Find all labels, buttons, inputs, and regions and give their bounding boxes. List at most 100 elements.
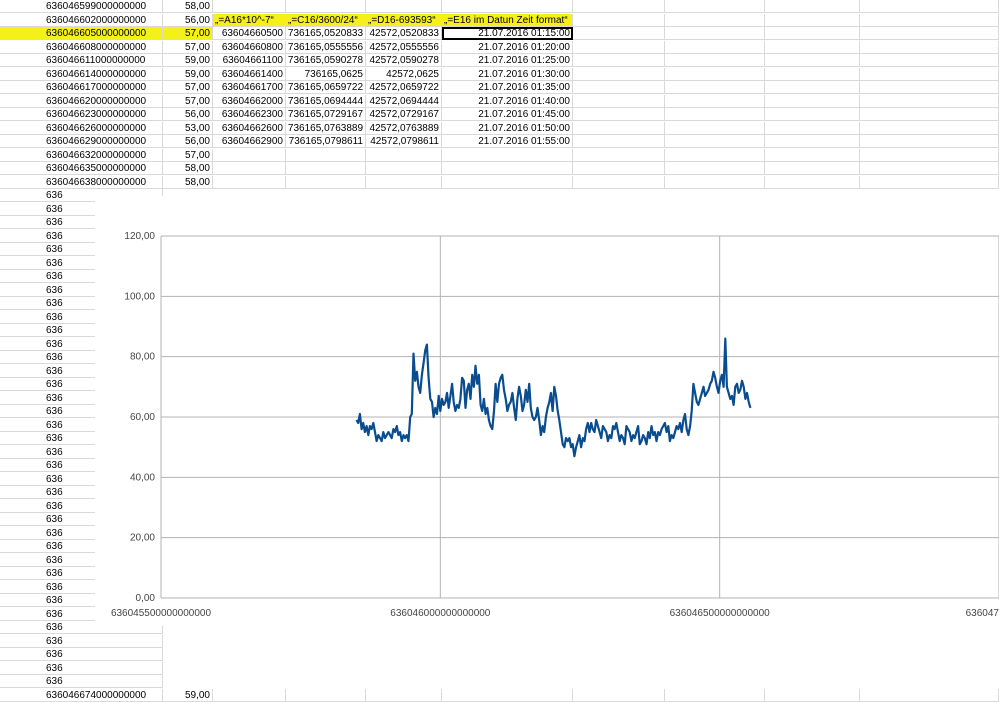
cell-b[interactable]: 57,00 [163, 41, 213, 54]
cell-empty[interactable] [860, 176, 999, 189]
cell-empty[interactable] [573, 149, 665, 162]
cell-b[interactable]: 59,00 [163, 689, 213, 702]
cell-f[interactable]: 21.07.2016 01:40:00 [442, 95, 573, 108]
cell-b[interactable]: 56,00 [163, 14, 213, 27]
cell-f[interactable]: 21.07.2016 01:20:00 [442, 41, 573, 54]
cell-e[interactable] [366, 0, 442, 13]
cell-empty[interactable] [860, 27, 999, 40]
cell-empty[interactable] [765, 149, 860, 162]
cell-empty[interactable] [665, 162, 765, 175]
cell-d[interactable]: 736165,0659722 [286, 81, 366, 94]
cell-b[interactable]: 59,00 [163, 54, 213, 67]
cell-c[interactable] [213, 149, 286, 162]
cell-f[interactable]: 21.07.2016 01:15:00 [442, 27, 573, 40]
cell-e[interactable] [366, 176, 442, 189]
cell-c[interactable]: 63604662600 [213, 122, 286, 135]
cell-c[interactable]: 63604660800 [213, 41, 286, 54]
cell-b[interactable]: 53,00 [163, 122, 213, 135]
cell-d[interactable] [286, 0, 366, 13]
cell-d[interactable] [286, 689, 366, 702]
cell-d[interactable]: 736165,0763889 [286, 122, 366, 135]
cell-c[interactable] [213, 162, 286, 175]
cell-f[interactable]: 21.07.2016 01:55:00 [442, 135, 573, 148]
cell-empty[interactable] [765, 108, 860, 121]
cell-e[interactable]: 42572,0590278 [366, 54, 442, 67]
cell-empty[interactable] [573, 135, 665, 148]
cell-empty[interactable] [765, 41, 860, 54]
cell-c[interactable] [213, 176, 286, 189]
cell-empty[interactable] [665, 176, 765, 189]
cell-d[interactable] [286, 176, 366, 189]
cell-a[interactable]: 636046635000000000 [0, 162, 163, 175]
cell-c[interactable]: 63604661700 [213, 81, 286, 94]
cell-empty[interactable] [765, 135, 860, 148]
cell-empty[interactable] [665, 95, 765, 108]
cell-e[interactable]: 42572,0520833 [366, 27, 442, 40]
cell-b[interactable]: 56,00 [163, 135, 213, 148]
cell-c[interactable]: 63604661100 [213, 54, 286, 67]
cell-empty[interactable] [665, 149, 765, 162]
cell-a[interactable]: 636046620000000000 [0, 95, 163, 108]
cell-empty[interactable] [860, 135, 999, 148]
cell-empty[interactable] [765, 68, 860, 81]
cell-e[interactable]: 42572,0694444 [366, 95, 442, 108]
cell-f[interactable]: 21.07.2016 01:45:00 [442, 108, 573, 121]
cell-empty[interactable] [860, 689, 999, 702]
cell-d[interactable]: „=C16/3600/24“ [286, 14, 366, 27]
cell-a[interactable]: 636046605000000000 [0, 27, 163, 40]
cell-a[interactable]: 636046602000000000 [0, 14, 163, 27]
cell-f[interactable]: 21.07.2016 01:25:00 [442, 54, 573, 67]
cell-empty[interactable] [665, 41, 765, 54]
cell-b[interactable]: 58,00 [163, 176, 213, 189]
cell-empty[interactable] [765, 27, 860, 40]
cell-empty[interactable] [573, 95, 665, 108]
cell-b[interactable]: 56,00 [163, 108, 213, 121]
cell-b[interactable]: 57,00 [163, 95, 213, 108]
cell-f[interactable]: 21.07.2016 01:30:00 [442, 68, 573, 81]
cell-b[interactable]: 58,00 [163, 0, 213, 13]
cell-a[interactable]: 636046611000000000 [0, 54, 163, 67]
cell-empty[interactable] [665, 135, 765, 148]
cell-d[interactable] [286, 162, 366, 175]
cell-empty[interactable] [765, 122, 860, 135]
cell-empty[interactable] [573, 122, 665, 135]
cell-a[interactable]: 636046638000000000 [0, 176, 163, 189]
cell-d[interactable]: 736165,0729167 [286, 108, 366, 121]
cell-c[interactable]: 63604661400 [213, 68, 286, 81]
cell-f[interactable] [442, 149, 573, 162]
cell-d[interactable]: 736165,0625 [286, 68, 366, 81]
cell-empty[interactable] [665, 689, 765, 702]
cell-empty[interactable] [860, 108, 999, 121]
cell-c[interactable] [213, 0, 286, 13]
cell-e[interactable]: 42572,0555556 [366, 41, 442, 54]
cell-empty[interactable] [573, 81, 665, 94]
cell-c[interactable]: 63604662300 [213, 108, 286, 121]
cell-e[interactable] [366, 162, 442, 175]
cell-b[interactable]: 57,00 [163, 149, 213, 162]
cell-a[interactable]: 636046617000000000 [0, 81, 163, 94]
cell-empty[interactable] [765, 54, 860, 67]
cell-f[interactable]: „=E16 im Datun Zeit format“ [442, 14, 573, 27]
cell-e[interactable] [366, 689, 442, 702]
cell-a[interactable]: 636046614000000000 [0, 68, 163, 81]
cell-f[interactable] [442, 176, 573, 189]
cell-b[interactable]: 57,00 [163, 27, 213, 40]
cell-e[interactable]: 42572,0798611 [366, 135, 442, 148]
cell-empty[interactable] [573, 0, 665, 13]
cell-empty[interactable] [573, 162, 665, 175]
cell-d[interactable]: 736165,0694444 [286, 95, 366, 108]
cell-c[interactable] [213, 689, 286, 702]
cell-a[interactable]: 636046632000000000 [0, 149, 163, 162]
cell-e[interactable]: 42572,0763889 [366, 122, 442, 135]
cell-d[interactable]: 736165,0555556 [286, 41, 366, 54]
cell-empty[interactable] [765, 95, 860, 108]
cell-a[interactable]: 636046623000000000 [0, 108, 163, 121]
cell-b[interactable]: 57,00 [163, 81, 213, 94]
cell-empty[interactable] [573, 176, 665, 189]
cell-empty[interactable] [665, 27, 765, 40]
cell-empty[interactable] [860, 95, 999, 108]
cell-f[interactable] [442, 0, 573, 13]
cell-empty[interactable] [765, 162, 860, 175]
cell-empty[interactable] [665, 122, 765, 135]
cell-empty[interactable] [665, 14, 765, 27]
